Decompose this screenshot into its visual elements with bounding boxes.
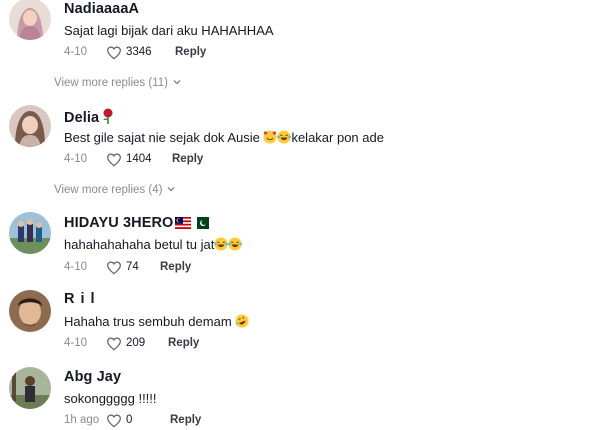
username-label: HIDAYU 3HERO [64,215,174,231]
comment-date: 4-10 [64,261,88,273]
tears-of-joy-icon [228,237,243,251]
reply-button[interactable]: Reply [175,46,206,58]
comment-text-part: hahahahahaha betul tu jat [64,237,215,252]
reply-button[interactable]: Reply [160,261,191,273]
comment-username[interactable]: Abg Jay [64,369,121,385]
heart-outline-icon[interactable] [106,413,122,429]
avatar-image [9,0,51,40]
comment-text: hahahahahaha betul tu jat [64,237,243,252]
username-label: Delia [64,110,100,126]
tears-of-joy-icon [214,237,229,251]
view-more-replies-label: View more replies (4) [54,184,163,196]
heart-outline-icon[interactable] [106,260,122,276]
heart-outline-icon[interactable] [106,45,122,61]
tears-of-joy-icon [277,130,292,144]
comment-text: Sajat lagi bijak dari aku HAHAHHAA [64,23,274,38]
chevron-down-icon [173,80,181,85]
like-count: 3346 [126,46,152,58]
comment-date: 4-10 [64,46,88,58]
comment-date: 4-10 [64,153,88,165]
view-more-replies[interactable]: View more replies (4) [54,184,176,196]
like-count: 74 [126,261,139,273]
avatar-image [9,105,51,147]
avatar[interactable] [9,212,51,254]
like-count: 209 [126,337,146,349]
avatar-image [9,367,51,409]
rolling-on-floor-laughing-icon [235,314,249,328]
comment-date: 4-10 [64,337,88,349]
avatar[interactable] [9,290,51,332]
avatar[interactable] [9,367,51,409]
like-count: 0 [126,414,133,426]
comment-username[interactable]: R i l [64,291,96,307]
chevron-down-icon [167,187,175,192]
view-more-replies-label: View more replies (11) [54,77,168,89]
reply-button[interactable]: Reply [172,153,203,165]
comment-text-part: Hahaha trus sembuh demam [64,314,236,329]
avatar[interactable] [9,105,51,147]
comment-text: Best gile sajat nie sejak dok Ausie kela… [64,130,384,145]
reply-button[interactable]: Reply [170,414,201,426]
comment-username[interactable]: Delia [64,108,115,126]
comment-date: 1h ago [64,414,100,426]
avatar[interactable] [9,0,51,40]
view-more-replies[interactable]: View more replies (11) [54,77,182,89]
comment-text: sokonggggg !!!!! [64,391,157,406]
heart-outline-icon[interactable] [106,336,122,352]
heart-outline-icon[interactable] [106,152,122,168]
avatar-image [9,212,51,254]
avatar-image [9,290,51,332]
comment-username[interactable]: HIDAYU 3HERO [64,215,210,231]
pakistan-flag-icon [193,217,210,229]
smiling-face-with-hearts-icon [263,130,277,144]
rose-icon [103,108,113,124]
reply-button[interactable]: Reply [168,337,199,349]
comment-text-part: Best gile sajat nie sejak dok Ausie [64,130,264,145]
comment-text: Hahaha trus sembuh demam [64,314,249,329]
like-count: 1404 [126,153,152,165]
malaysia-flag-icon [175,217,192,229]
comment-text-part: kelakar pon ade [291,130,384,145]
comment-username[interactable]: NadiaaaaA [64,1,139,17]
